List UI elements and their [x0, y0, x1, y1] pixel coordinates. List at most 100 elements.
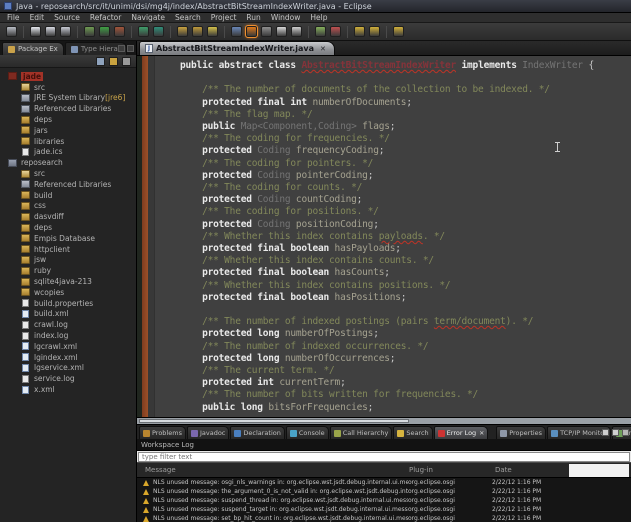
tree-item-jade-ics[interactable]: jade.ics — [0, 147, 136, 158]
maximize-view-icon[interactable] — [127, 45, 134, 52]
column-header-message[interactable]: Message — [145, 463, 176, 477]
tab-call-hierarchy[interactable]: Call Hierarchy — [329, 426, 393, 439]
log-row[interactable]: NLS unused message: set_bp_hit_count in:… — [137, 514, 631, 522]
tree-item-jade[interactable]: jade — [0, 71, 136, 82]
editor-tab[interactable]: J AbstractBitStreamIndexWriter.java ✕ — [139, 41, 335, 55]
editor-hscrollbar[interactable] — [137, 417, 631, 424]
annotate-icon[interactable] — [207, 26, 218, 37]
tree-item-crawl-log[interactable]: crawl.log — [0, 319, 136, 330]
code-editor[interactable]: public abstract class AbstractBitStreamI… — [137, 56, 631, 417]
minimize-panel-icon[interactable] — [612, 429, 619, 436]
tab-javadoc[interactable]: Javadoc — [186, 426, 230, 439]
tree-item-src[interactable]: src — [0, 168, 136, 179]
tree-item-lgindex-xml[interactable]: lgindex.xml — [0, 352, 136, 363]
menu-navigate[interactable]: Navigate — [126, 13, 170, 23]
menu-edit[interactable]: Edit — [25, 13, 50, 23]
save-icon[interactable] — [30, 26, 41, 37]
tree-item-sqlite4java-213[interactable]: sqlite4java-213 — [0, 276, 136, 287]
collapse-all-icon[interactable] — [96, 56, 105, 66]
view-tab-package-ex[interactable]: Package Ex — [2, 42, 64, 55]
new-package-icon[interactable] — [153, 26, 164, 37]
tree-item-build-properties[interactable]: build.properties — [0, 298, 136, 309]
tab-console[interactable]: Console — [285, 426, 329, 439]
previous-annotation-icon[interactable] — [231, 26, 242, 37]
tree-item-x-xml[interactable]: x.xml — [0, 384, 136, 395]
tree-item-deps[interactable]: deps — [0, 114, 136, 125]
link-with-editor-icon[interactable] — [109, 56, 118, 66]
menu-help[interactable]: Help — [305, 13, 332, 23]
save-all-icon[interactable] — [60, 26, 71, 37]
run-external-tools-icon[interactable] — [114, 26, 125, 37]
new-file-icon[interactable] — [315, 26, 326, 37]
tree-item-jsw[interactable]: jsw — [0, 255, 136, 266]
new-wizard-icon[interactable] — [6, 26, 17, 37]
bookmark-flag-icon[interactable] — [330, 26, 341, 37]
close-tab-icon[interactable]: ✕ — [320, 45, 326, 53]
tree-item-reposearch[interactable]: reposearch — [0, 157, 136, 168]
view-tab-label: Package Ex — [18, 45, 58, 53]
menu-file[interactable]: File — [2, 13, 25, 23]
close-view-icon[interactable]: ✕ — [479, 430, 484, 437]
search-icon[interactable] — [245, 25, 258, 38]
tree-item-empis-database[interactable]: Empis Database — [0, 233, 136, 244]
tree-item-service-log[interactable]: service.log — [0, 373, 136, 384]
open-resource-icon[interactable] — [291, 26, 302, 37]
tree-item-src[interactable]: src — [0, 82, 136, 93]
filter-input[interactable] — [138, 451, 630, 462]
column-header-plug-in[interactable]: Plug-in — [409, 463, 433, 477]
tree-item-wcopies[interactable]: wcopies — [0, 287, 136, 298]
tree-item-index-log[interactable]: index.log — [0, 330, 136, 341]
open-type-icon[interactable] — [276, 26, 287, 37]
tree-item-deps[interactable]: deps — [0, 222, 136, 233]
menu-source[interactable]: Source — [49, 13, 85, 23]
tree-item-lgservice-xml[interactable]: lgservice.xml — [0, 363, 136, 374]
log-row[interactable]: NLS unused message: suspend_thread in: o… — [137, 496, 631, 505]
menu-project[interactable]: Project — [206, 13, 242, 23]
tab-search[interactable]: Search — [393, 426, 433, 439]
forward-icon[interactable] — [369, 26, 380, 37]
menu-run[interactable]: Run — [241, 13, 265, 23]
tree-item-httpclient[interactable]: httpclient — [0, 244, 136, 255]
debug-icon[interactable] — [84, 26, 95, 37]
next-annotation-icon[interactable] — [261, 26, 272, 37]
tree-item-ruby[interactable]: ruby — [0, 265, 136, 276]
run-icon[interactable] — [99, 26, 110, 37]
menu-window[interactable]: Window — [266, 13, 306, 23]
menu-refactor[interactable]: Refactor — [85, 13, 126, 23]
open-folder-icon[interactable] — [177, 26, 188, 37]
log-row[interactable]: NLS unused message: suspend_target in: o… — [137, 505, 631, 514]
code-text[interactable]: public abstract class AbstractBitStreamI… — [155, 56, 631, 417]
tree-item-referenced-libraries[interactable]: Referenced Libraries — [0, 179, 136, 190]
tree-item-jre-system-library[interactable]: JRE System Library [jre6] — [0, 93, 136, 104]
tree-item-dasvdiff[interactable]: dasvdiff — [0, 211, 136, 222]
menu-search[interactable]: Search — [170, 13, 206, 23]
tree-item-jars[interactable]: jars — [0, 125, 136, 136]
tree-item-build-xml[interactable]: build.xml — [0, 309, 136, 320]
export-jar-icon[interactable] — [192, 26, 203, 37]
back-icon[interactable] — [354, 26, 365, 37]
log-row[interactable]: NLS unused message: the_argument_0_is_no… — [137, 487, 631, 496]
tab-declaration[interactable]: Declaration — [230, 426, 285, 439]
tab-label: TCP/IP Monitor — [560, 429, 607, 437]
tab-error-log[interactable]: Error Log ✕ — [433, 426, 489, 439]
tree-item-css[interactable]: css — [0, 201, 136, 212]
xml-icon — [22, 342, 29, 351]
tree-item-label: httpclient — [34, 244, 70, 254]
tree-item-referenced-libraries[interactable]: Referenced Libraries — [0, 103, 136, 114]
maximize-panel-icon[interactable] — [622, 429, 629, 436]
tab-properties[interactable]: Properties — [496, 426, 547, 439]
view-menu-icon[interactable] — [122, 56, 131, 66]
pin-view-icon[interactable] — [602, 429, 609, 436]
new-java-project-icon[interactable] — [138, 26, 149, 37]
minimize-view-icon[interactable] — [118, 45, 125, 52]
project-tree[interactable]: jade src JRE System Library [jre6] Referenc… — [0, 68, 136, 522]
tab-problems[interactable]: Problems — [139, 426, 186, 439]
log-row[interactable]: NLS unused message: osgi_nls_warnings in… — [137, 478, 631, 487]
tree-item-lgcrawl-xml[interactable]: lgcrawl.xml — [0, 341, 136, 352]
tree-item-libraries[interactable]: libraries — [0, 136, 136, 147]
save-as-icon[interactable] — [45, 26, 56, 37]
last-edit-location-icon[interactable] — [393, 26, 404, 37]
hscrollbar-thumb[interactable] — [139, 419, 409, 423]
tree-item-build[interactable]: build — [0, 190, 136, 201]
column-header-date[interactable]: Date — [495, 463, 512, 477]
